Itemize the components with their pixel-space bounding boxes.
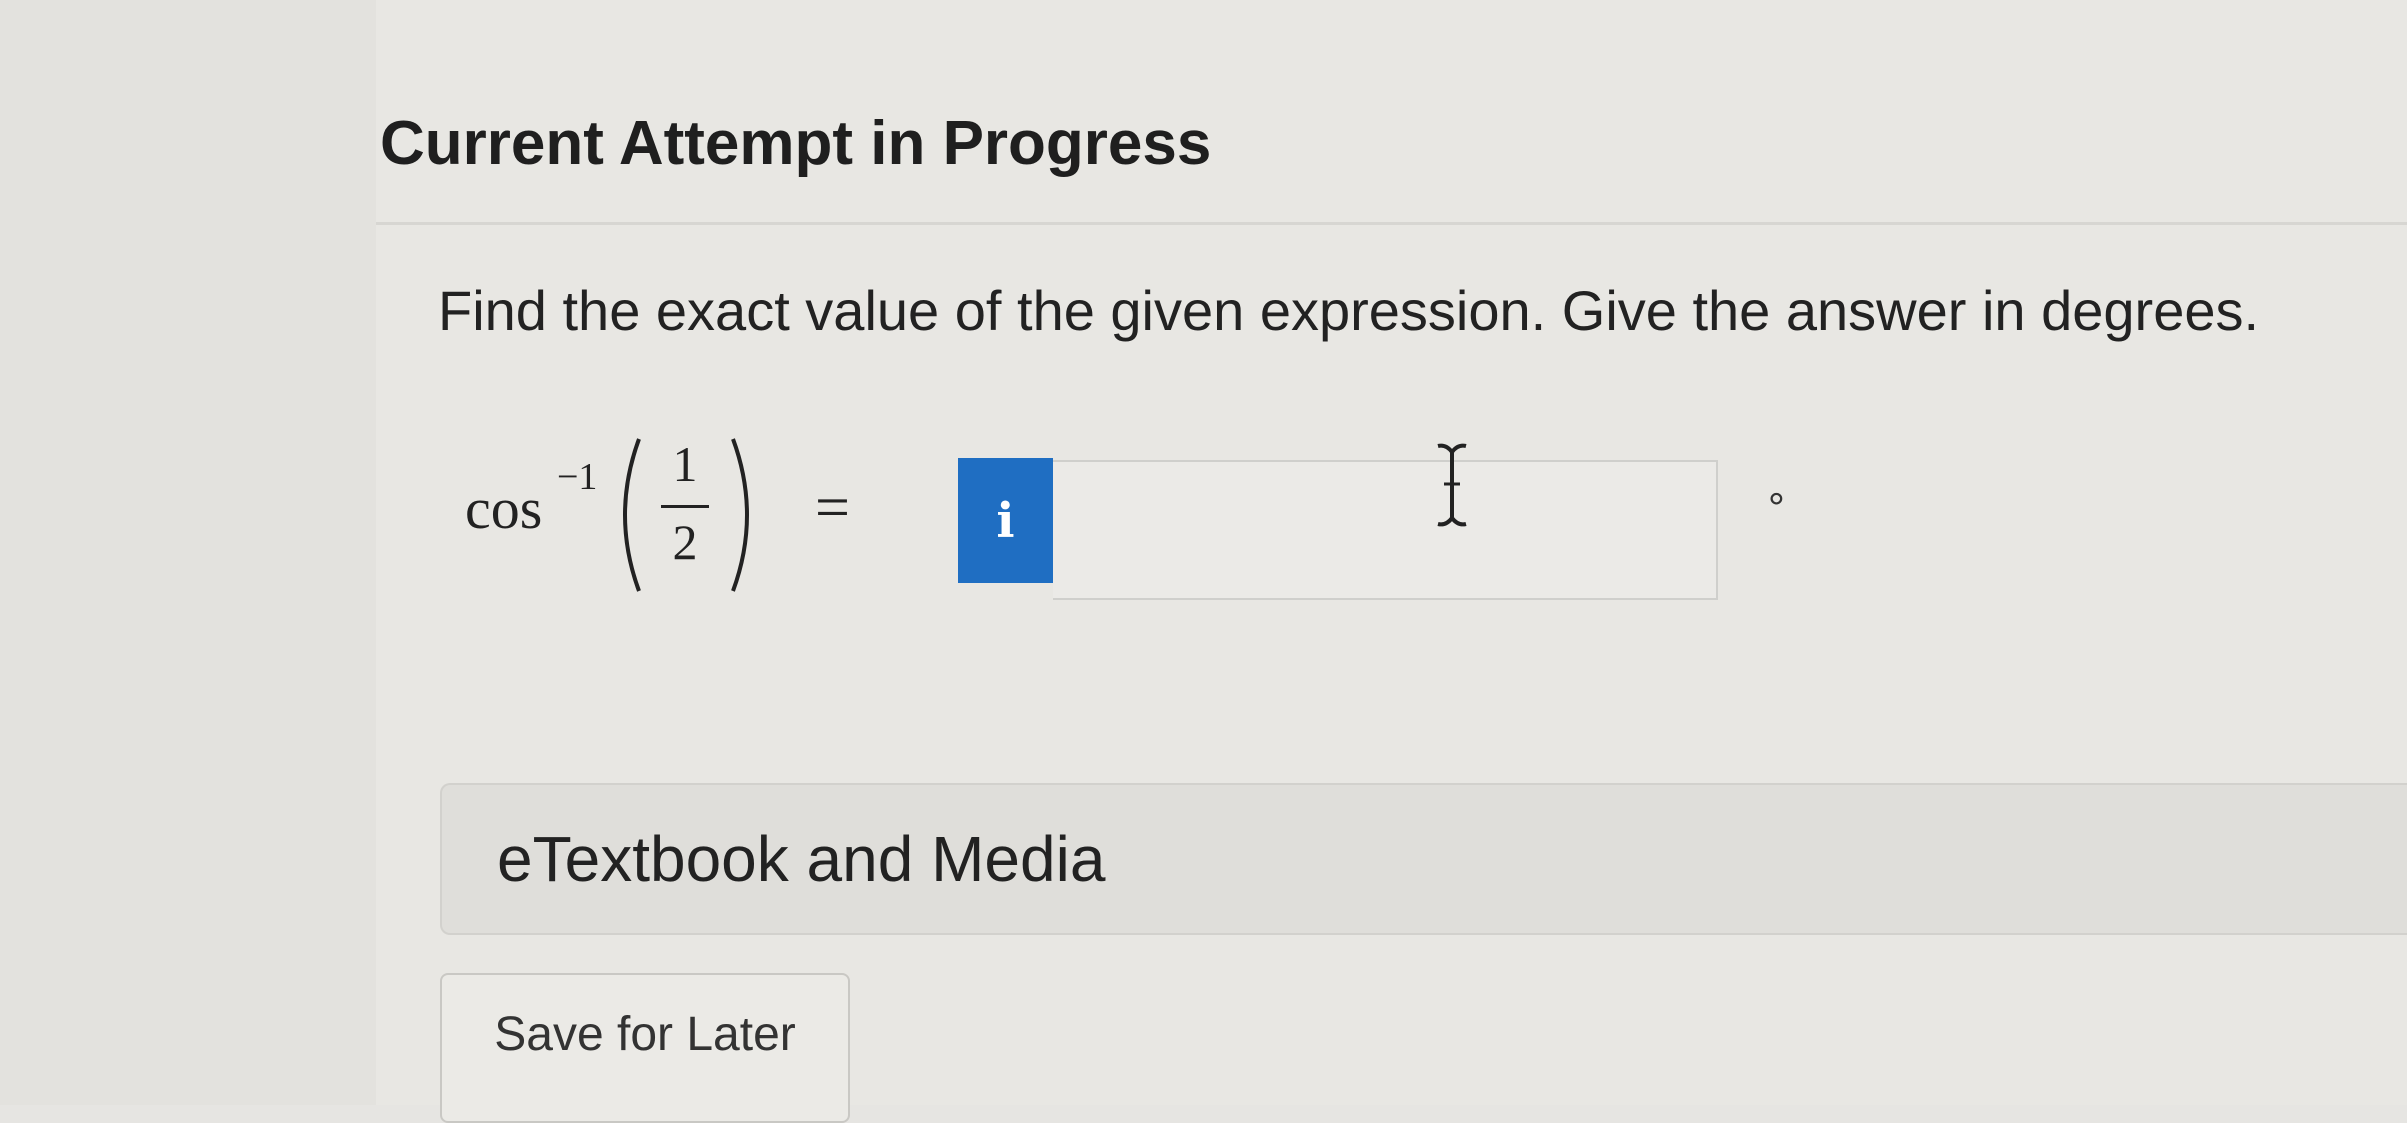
- page-title: Current Attempt in Progress: [380, 109, 1212, 178]
- etextbook-media-label: eTextbook and Media: [497, 823, 1106, 895]
- fraction-bar: [661, 505, 709, 508]
- right-paren-icon: [731, 438, 749, 592]
- answer-input[interactable]: [1053, 460, 1718, 600]
- title-divider: [376, 222, 2407, 225]
- etextbook-media-panel[interactable]: eTextbook and Media: [440, 783, 2407, 935]
- equals-sign: =: [815, 474, 850, 542]
- info-badge-label: i: [996, 492, 1015, 549]
- info-icon[interactable]: i: [958, 458, 1053, 583]
- question-prompt: Find the exact value of the given expres…: [438, 279, 2260, 342]
- degree-unit: °: [1768, 484, 1785, 531]
- left-paren-icon: [623, 438, 641, 592]
- math-expression: cos −1 1 2 =: [465, 425, 885, 605]
- fraction-numerator: 1: [672, 436, 698, 492]
- save-for-later-button[interactable]: Save for Later: [440, 973, 850, 1123]
- math-function: cos: [465, 476, 543, 541]
- fraction-denominator: 2: [672, 514, 698, 570]
- text-cursor-icon: [1437, 443, 1467, 527]
- math-exponent: −1: [557, 456, 598, 498]
- page-margin: [0, 0, 376, 1105]
